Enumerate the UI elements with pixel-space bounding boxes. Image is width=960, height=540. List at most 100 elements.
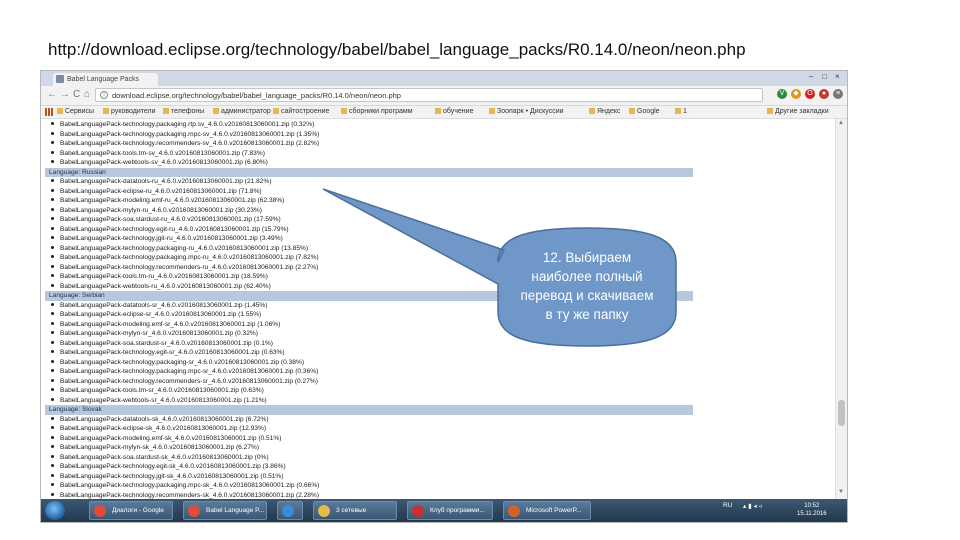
- bullet-icon: [51, 255, 54, 258]
- download-link[interactable]: BabelLanguagePack-technology.recommender…: [45, 377, 318, 387]
- download-link[interactable]: BabelLanguagePack-technology.packaging-s…: [45, 358, 304, 368]
- scroll-thumb[interactable]: [838, 400, 845, 426]
- download-link[interactable]: BabelLanguagePack-technology.packaging.m…: [45, 367, 318, 377]
- bookmark-item[interactable]: обучение: [435, 106, 473, 118]
- apps-icon[interactable]: [45, 108, 53, 116]
- download-link[interactable]: BabelLanguagePack-tools.tm-sr_4.6.0.v201…: [45, 386, 264, 396]
- tray-icons[interactable]: ▴ ▮ ◂ ◃: [743, 502, 762, 510]
- extension-icon[interactable]: ●: [819, 89, 829, 99]
- bookmark-item[interactable]: сайтостроение: [273, 106, 329, 118]
- download-link[interactable]: BabelLanguagePack-webtools-ru_4.6.0.v201…: [45, 282, 271, 292]
- download-link[interactable]: BabelLanguagePack-tools.tm-sv_4.6.0.v201…: [45, 149, 265, 159]
- scroll-up-icon[interactable]: ▲: [838, 120, 844, 126]
- callout-line: 12. Выбираем: [542, 250, 632, 265]
- bookmark-item[interactable]: телефоны: [163, 106, 204, 118]
- bullet-icon: [51, 416, 54, 420]
- download-link[interactable]: BabelLanguagePack-modeling.emf-sk_4.6.0.…: [45, 434, 281, 444]
- download-link[interactable]: BabelLanguagePack-technology.egit-sk_4.6…: [45, 462, 286, 472]
- app-icon: [188, 505, 200, 517]
- folder-icon: [163, 108, 169, 114]
- download-link[interactable]: BabelLanguagePack-eclipse-ru_4.6.0.v2016…: [45, 187, 262, 197]
- download-link[interactable]: BabelLanguagePack-technology.recommender…: [45, 491, 319, 500]
- bookmark-item[interactable]: Зоопарк • Дискуссии: [489, 106, 564, 118]
- download-link[interactable]: BabelLanguagePack-mylyn-ru_4.6.0.v201608…: [45, 206, 262, 216]
- folder-icon: [675, 108, 681, 114]
- bookmark-item[interactable]: Google: [629, 106, 660, 118]
- download-link[interactable]: BabelLanguagePack-technology.egit-ru_4.6…: [45, 225, 289, 235]
- download-link[interactable]: BabelLanguagePack-technology.packaging.m…: [45, 253, 319, 263]
- start-button[interactable]: [45, 501, 65, 520]
- download-link[interactable]: BabelLanguagePack-technology.jgit-ru_4.6…: [45, 234, 283, 244]
- maximize-icon[interactable]: □: [822, 72, 827, 81]
- scroll-down-icon[interactable]: ▼: [838, 489, 844, 495]
- download-link[interactable]: BabelLanguagePack-datatools-ru_4.6.0.v20…: [45, 177, 272, 187]
- forward-icon[interactable]: →: [60, 89, 70, 100]
- menu-icon[interactable]: ≡: [833, 89, 843, 99]
- extension-icon[interactable]: ◆: [791, 89, 801, 99]
- bullet-icon: [51, 150, 54, 154]
- language-indicator[interactable]: RU: [723, 502, 732, 509]
- taskbar-item[interactable]: Диалоги - Google: [89, 501, 173, 520]
- taskbar-item[interactable]: Babel Language P...: [183, 501, 267, 520]
- download-link[interactable]: BabelLanguagePack-technology.jgit-sk_4.6…: [45, 472, 284, 482]
- download-link[interactable]: BabelLanguagePack-technology.packaging.r…: [45, 120, 314, 130]
- app-icon: [94, 505, 106, 517]
- bullet-icon: [51, 331, 54, 334]
- taskbar-item[interactable]: Клуб программи...: [407, 501, 493, 520]
- clock[interactable]: 10:52 15.11.2016: [797, 502, 827, 518]
- bookmark-item[interactable]: администратор: [213, 106, 271, 118]
- bookmark-item[interactable]: Яндекс: [589, 106, 621, 118]
- download-link[interactable]: BabelLanguagePack-eclipse-sk_4.6.0.v2016…: [45, 424, 266, 434]
- download-link[interactable]: BabelLanguagePack-technology.recommender…: [45, 139, 319, 149]
- slide-title: http://download.eclipse.org/technology/b…: [48, 40, 746, 59]
- download-link[interactable]: BabelLanguagePack-eclipse-sr_4.6.0.v2016…: [45, 310, 261, 320]
- download-link[interactable]: BabelLanguagePack-soa.stardust-sr_4.6.0.…: [45, 339, 273, 349]
- download-link[interactable]: BabelLanguagePack-mylyn-sr_4.6.0.v201608…: [45, 329, 258, 339]
- download-link[interactable]: BabelLanguagePack-technology.egit-sr_4.6…: [45, 348, 285, 358]
- download-link[interactable]: BabelLanguagePack-soa.stardust-ru_4.6.0.…: [45, 215, 281, 225]
- taskbar-item[interactable]: [277, 501, 303, 520]
- download-link[interactable]: BabelLanguagePack-technology.packaging-r…: [45, 244, 308, 254]
- bullet-icon: [51, 226, 54, 230]
- download-link[interactable]: BabelLanguagePack-soa.stardust-sk_4.6.0.…: [45, 453, 269, 463]
- browser-tab[interactable]: Babel Language Packs ×: [53, 73, 158, 86]
- download-link[interactable]: BabelLanguagePack-webtools-sv_4.6.0.v201…: [45, 158, 268, 168]
- extension-icon[interactable]: O: [805, 89, 815, 99]
- scrollbar[interactable]: ▲ ▼: [835, 119, 847, 499]
- bookmark-item[interactable]: сборники программ: [341, 106, 413, 118]
- download-link[interactable]: BabelLanguagePack-webtools-sr_4.6.0.v201…: [45, 396, 267, 406]
- extension-icon[interactable]: V: [777, 89, 787, 99]
- bookmark-item[interactable]: 1: [675, 106, 687, 118]
- download-link[interactable]: BabelLanguagePack-tools.tm-ru_4.6.0.v201…: [45, 272, 268, 282]
- download-link[interactable]: BabelLanguagePack-mylyn-sk_4.6.0.v201608…: [45, 443, 259, 453]
- back-icon[interactable]: ←: [47, 89, 57, 100]
- bullet-icon: [51, 445, 54, 448]
- bullet-icon: [51, 312, 54, 315]
- bullet-icon: [51, 179, 54, 182]
- download-link[interactable]: BabelLanguagePack-datatools-sk_4.6.0.v20…: [45, 415, 269, 425]
- home-icon[interactable]: ⌂: [84, 89, 90, 100]
- site-info-icon[interactable]: i: [100, 91, 108, 99]
- bullet-icon: [51, 388, 54, 391]
- reload-icon[interactable]: C: [73, 89, 80, 100]
- taskbar-item[interactable]: Microsoft PowerP...: [503, 501, 591, 520]
- minimize-icon[interactable]: –: [809, 72, 813, 81]
- address-bar[interactable]: i download.eclipse.org/technology/babel/…: [95, 88, 763, 102]
- taskbar: Диалоги - Google Babel Language P... 3 сет…: [41, 499, 847, 522]
- close-window-icon[interactable]: ×: [835, 72, 840, 81]
- folder-icon: [435, 108, 441, 114]
- download-link[interactable]: BabelLanguagePack-modeling.emf-sr_4.6.0.…: [45, 320, 280, 330]
- callout-line: перевод и скачиваем: [520, 288, 654, 303]
- bookmark-item[interactable]: Сервисы: [57, 106, 94, 118]
- download-link[interactable]: BabelLanguagePack-datatools-sr_4.6.0.v20…: [45, 301, 268, 311]
- folder-icon: [213, 108, 219, 114]
- download-link[interactable]: BabelLanguagePack-modeling.emf-ru_4.6.0.…: [45, 196, 284, 206]
- bookmark-item[interactable]: руководители: [103, 106, 156, 118]
- bullet-icon: [51, 492, 54, 496]
- download-link[interactable]: BabelLanguagePack-technology.packaging.m…: [45, 481, 319, 491]
- download-link[interactable]: BabelLanguagePack-technology.recommender…: [45, 263, 318, 273]
- taskbar-item[interactable]: 3 сетевые: [313, 501, 397, 520]
- download-link[interactable]: BabelLanguagePack-technology.packaging.m…: [45, 130, 319, 140]
- bullet-icon: [51, 302, 54, 306]
- other-bookmarks[interactable]: Другие закладки: [767, 106, 829, 118]
